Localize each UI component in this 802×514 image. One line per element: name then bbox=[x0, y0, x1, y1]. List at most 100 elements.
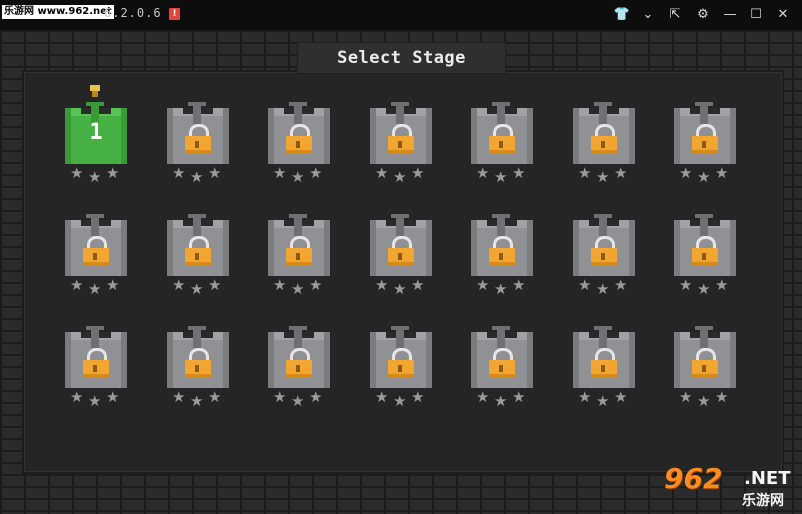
star-icon: ★ bbox=[375, 276, 389, 294]
lock-icon bbox=[488, 348, 516, 378]
star-rating: ★ ★ ★ bbox=[575, 276, 633, 298]
star-icon: ★ bbox=[70, 276, 84, 294]
star-icon: ★ bbox=[512, 388, 526, 406]
star-rating: ★ ★ ★ bbox=[169, 164, 227, 186]
star-icon: ★ bbox=[476, 276, 490, 294]
pin-icon[interactable]: ⇱ bbox=[665, 5, 685, 25]
star-icon: ★ bbox=[578, 276, 592, 294]
star-icon: ★ bbox=[715, 164, 729, 182]
star-icon: ★ bbox=[596, 280, 610, 298]
star-rating: ★ ★ ★ bbox=[270, 276, 328, 297]
lock-icon bbox=[488, 236, 516, 266]
star-rating: ★ ★ ★ bbox=[169, 390, 227, 409]
star-rating: ★ ★ ★ bbox=[676, 388, 734, 410]
stage-button-6[interactable]: ★ ★ ★ bbox=[571, 102, 637, 186]
stage-button-7[interactable]: ★ ★ ★ bbox=[672, 102, 738, 186]
star-icon: ★ bbox=[291, 168, 305, 186]
star-rating: ★ ★ ★ bbox=[473, 164, 531, 186]
stage-button-1[interactable]: 1 ★ ★ ★ bbox=[63, 102, 129, 186]
stage-button-17[interactable]: ★ ★ ★ bbox=[266, 326, 332, 410]
stage-button-3[interactable]: ★ ★ ★ bbox=[266, 102, 332, 186]
chevron-down-icon[interactable]: ⌄ bbox=[638, 5, 658, 25]
star-icon: ★ bbox=[596, 168, 610, 186]
stage-button-4[interactable]: ★ ★ ★ bbox=[368, 102, 434, 186]
lock-icon bbox=[590, 236, 618, 266]
site-logo: 962 .NET 乐游网 bbox=[664, 462, 791, 509]
star-icon: ★ bbox=[578, 388, 592, 406]
star-icon: ★ bbox=[715, 388, 729, 406]
stage-button-14[interactable]: ★ ★ ★ bbox=[672, 214, 738, 298]
star-icon: ★ bbox=[208, 276, 222, 294]
star-rating: ★ ★ ★ bbox=[372, 276, 430, 298]
star-rating: ★ ★ ★ bbox=[473, 388, 531, 409]
app-version: 6.2.0.6 bbox=[104, 6, 162, 20]
minimize-button[interactable]: — bbox=[720, 5, 740, 25]
star-icon: ★ bbox=[88, 280, 102, 298]
star-icon: ★ bbox=[411, 276, 425, 294]
star-icon: ★ bbox=[106, 388, 120, 406]
stage-button-9[interactable]: ★ ★ ★ bbox=[165, 214, 231, 298]
star-icon: ★ bbox=[393, 280, 407, 298]
stage-button-16[interactable]: ★ ★ ★ bbox=[165, 326, 231, 410]
stage-button-2[interactable]: ★ ★ ★ bbox=[165, 102, 231, 186]
star-icon: ★ bbox=[476, 164, 490, 182]
star-rating: ★ ★ ★ bbox=[169, 276, 227, 298]
star-icon: ★ bbox=[679, 276, 693, 294]
stage-button-13[interactable]: ★ ★ ★ bbox=[571, 214, 637, 298]
settings-icon[interactable]: ⚙ bbox=[693, 5, 713, 25]
lock-icon bbox=[691, 236, 719, 266]
star-icon: ★ bbox=[476, 388, 490, 406]
star-icon: ★ bbox=[375, 164, 389, 182]
star-icon: ★ bbox=[309, 164, 323, 182]
current-stage-marker bbox=[90, 85, 100, 99]
star-icon: ★ bbox=[106, 276, 120, 294]
star-icon: ★ bbox=[697, 392, 711, 410]
page-title: Select Stage bbox=[297, 42, 506, 74]
stage-button-15[interactable]: ★ ★ ★ bbox=[63, 326, 129, 410]
star-rating: ★ ★ ★ bbox=[575, 388, 633, 410]
stage-button-10[interactable]: ★ ★ ★ bbox=[266, 214, 332, 298]
lock-icon bbox=[387, 236, 415, 266]
star-icon: ★ bbox=[309, 388, 323, 406]
stage-button-12[interactable]: ★ ★ ★ bbox=[469, 214, 535, 298]
star-icon: ★ bbox=[697, 280, 711, 298]
lock-icon bbox=[488, 124, 516, 154]
maximize-button[interactable]: ☐ bbox=[746, 5, 766, 25]
star-rating: ★ ★ ★ bbox=[676, 276, 734, 298]
star-icon: ★ bbox=[697, 168, 711, 186]
stage-button-11[interactable]: ★ ★ ★ bbox=[368, 214, 434, 298]
star-icon: ★ bbox=[309, 276, 323, 294]
star-icon: ★ bbox=[273, 164, 287, 182]
stage-button-18[interactable]: ★ ★ ★ bbox=[368, 326, 434, 410]
star-icon: ★ bbox=[106, 164, 120, 182]
stage-button-5[interactable]: ★ ★ ★ bbox=[469, 102, 535, 186]
skin-icon[interactable]: 👕 bbox=[612, 5, 632, 25]
star-icon: ★ bbox=[411, 164, 425, 182]
alert-badge[interactable]: ! bbox=[169, 8, 180, 20]
stage-button-20[interactable]: ★ ★ ★ bbox=[571, 326, 637, 410]
star-icon: ★ bbox=[614, 276, 628, 294]
close-button[interactable]: ✕ bbox=[773, 5, 793, 25]
star-rating: ★ ★ ★ bbox=[67, 388, 125, 410]
star-rating: ★ ★ ★ bbox=[575, 164, 633, 186]
title-bar: 乐游网 www.962.net 6.2.0.6 ! 👕 ⌄ ⇱ ⚙ — ☐ ✕ bbox=[0, 0, 802, 30]
star-icon: ★ bbox=[512, 276, 526, 294]
star-icon: ★ bbox=[393, 168, 407, 186]
star-icon: ★ bbox=[679, 388, 693, 406]
star-icon: ★ bbox=[614, 388, 628, 406]
star-icon: ★ bbox=[172, 164, 186, 182]
star-icon: ★ bbox=[494, 168, 508, 186]
star-icon: ★ bbox=[190, 168, 204, 186]
stage-button-8[interactable]: ★ ★ ★ bbox=[63, 214, 129, 298]
star-icon: ★ bbox=[596, 392, 610, 410]
lock-icon bbox=[387, 124, 415, 154]
stage-button-21[interactable]: ★ ★ ★ bbox=[672, 326, 738, 410]
star-icon: ★ bbox=[715, 276, 729, 294]
star-icon: ★ bbox=[172, 276, 186, 294]
stage-button-19[interactable]: ★ ★ ★ bbox=[469, 326, 535, 410]
star-rating: ★ ★ ★ bbox=[67, 164, 125, 185]
star-icon: ★ bbox=[578, 164, 592, 182]
star-icon: ★ bbox=[88, 392, 102, 410]
star-icon: ★ bbox=[190, 280, 204, 298]
star-icon: ★ bbox=[273, 388, 287, 406]
